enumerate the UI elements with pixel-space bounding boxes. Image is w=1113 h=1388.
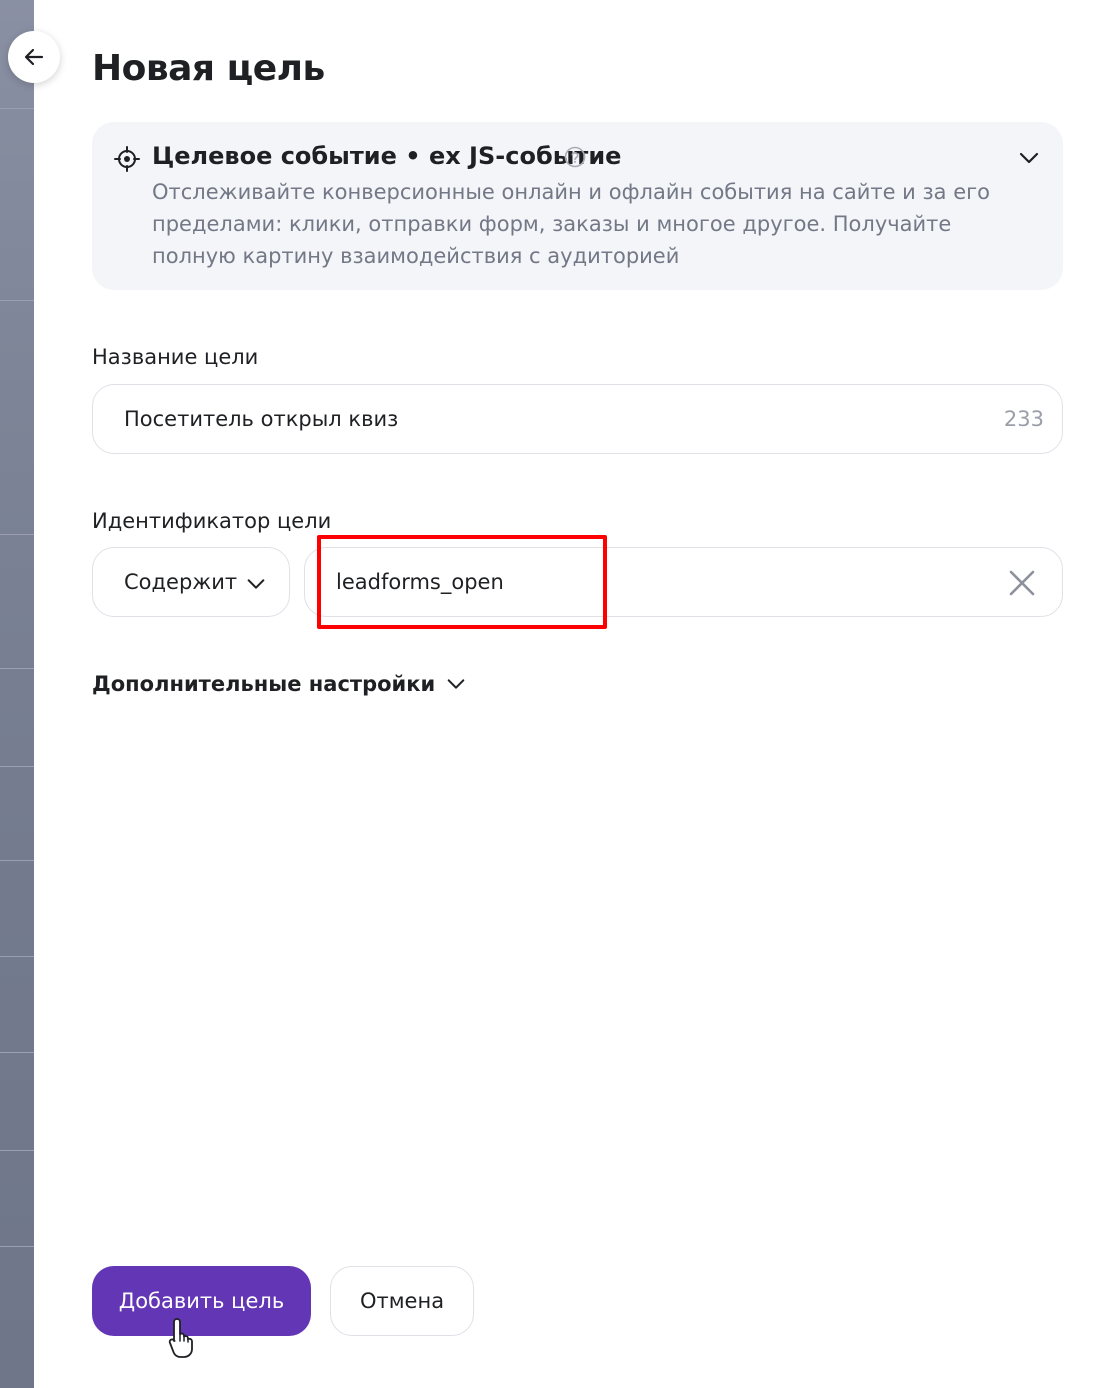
question-circle-icon[interactable] xyxy=(564,146,586,168)
goal-type-title: Целевое событие • ex JS-событие xyxy=(152,142,622,170)
arrow-left-icon xyxy=(24,48,44,66)
cancel-button[interactable]: Отмена xyxy=(330,1266,474,1336)
match-type-select[interactable]: Содержит xyxy=(92,547,290,617)
chevron-down-icon xyxy=(447,679,465,689)
close-icon[interactable] xyxy=(1008,569,1036,597)
chevron-down-icon[interactable] xyxy=(1017,146,1041,170)
page-title: Новая цель xyxy=(92,48,325,89)
goal-identifier-label: Идентификатор цели xyxy=(92,509,332,533)
goal-type-card[interactable]: Целевое событие • ex JS-событие Отслежив… xyxy=(92,122,1063,290)
goal-name-field[interactable]: Посетитель открыл квиз 233 xyxy=(92,384,1063,454)
match-type-value: Содержит xyxy=(124,570,238,594)
advanced-settings-toggle[interactable]: Дополнительные настройки xyxy=(92,672,467,696)
goal-type-description: Отслеживайте конверсионные онлайн и офла… xyxy=(152,180,991,268)
goal-name-value: Посетитель открыл квиз xyxy=(124,407,399,431)
goal-name-label: Название цели xyxy=(92,345,259,369)
chevron-down-icon xyxy=(247,579,265,589)
target-icon xyxy=(114,146,140,172)
annotation-highlight-box xyxy=(317,535,607,629)
page-backdrop xyxy=(0,0,34,1388)
advanced-settings-label: Дополнительные настройки xyxy=(92,672,436,696)
goal-name-counter: 233 xyxy=(1003,407,1044,431)
hand-pointer-cursor-icon xyxy=(168,1318,193,1358)
add-goal-button[interactable]: Добавить цель xyxy=(92,1266,311,1336)
back-button[interactable] xyxy=(8,31,60,83)
